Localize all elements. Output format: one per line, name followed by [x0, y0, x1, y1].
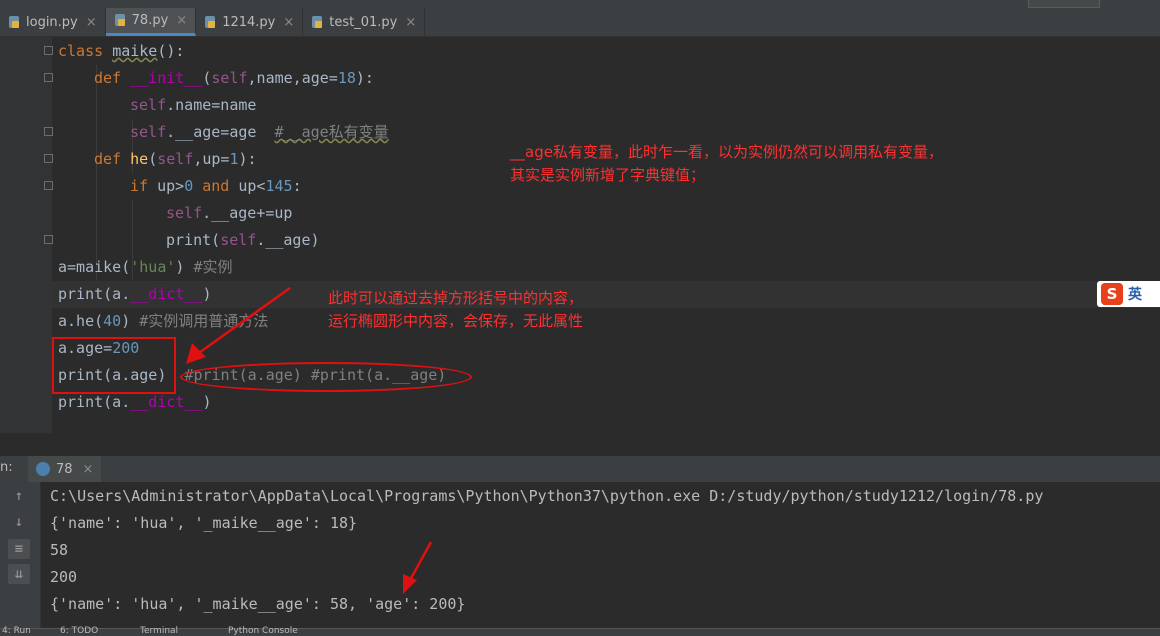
sogou-logo-icon: S	[1101, 283, 1123, 305]
annotation-arrow-line	[195, 286, 291, 357]
soft-wrap-icon[interactable]: ≡	[8, 539, 30, 559]
console-annotation-arrow	[403, 541, 433, 594]
run-tool-window-header: n: 78 ×	[0, 456, 1160, 483]
ime-indicator[interactable]: S 英	[1097, 281, 1160, 307]
annotation-text: __age私有变量，此时乍一看，以为实例仍然可以调用私有变量，	[510, 143, 943, 161]
python-file-icon	[204, 15, 217, 29]
arrow-up-icon[interactable]: ↑	[8, 486, 30, 506]
python-file-icon	[114, 14, 127, 27]
annotation-text: 此时可以通过去掉方形括号中的内容，	[328, 289, 584, 307]
close-icon[interactable]: ×	[176, 13, 187, 28]
code-editor[interactable]: class maike(): def __init__(self,name,ag…	[0, 37, 1160, 433]
close-icon[interactable]: ×	[86, 15, 97, 30]
annotation-arrow-line	[407, 541, 433, 583]
close-icon[interactable]: ×	[283, 15, 294, 30]
ime-mode: 英	[1128, 287, 1142, 303]
run-toolbar: ↑ ↓ ≡ ⇊	[0, 482, 41, 628]
annotation-text: 运行椭圆形中内容，会保存，无此属性	[328, 312, 584, 330]
python-file-icon	[311, 15, 324, 29]
tab-test-01-py[interactable]: test_01.py ×	[303, 8, 426, 36]
python-file-icon	[8, 15, 21, 29]
tab-label: 1214.py	[222, 14, 276, 30]
run-label: n:	[0, 460, 13, 475]
run-tab-78[interactable]: 78 ×	[28, 456, 102, 482]
python-icon	[36, 462, 50, 476]
close-icon[interactable]: ×	[83, 462, 94, 477]
scroll-to-end-icon[interactable]: ⇊	[8, 564, 30, 584]
annotation-arrow-layer	[186, 286, 291, 364]
tab-label: 78.py	[131, 13, 169, 28]
annotation-note-2: 此时可以通过去掉方形括号中的内容， 运行椭圆形中内容，会保存，无此属性	[328, 287, 583, 333]
run-console-output[interactable]: C:\Users\Administrator\AppData\Local\Pro…	[41, 482, 1160, 628]
editor-tabs: login.py × 78.py × 1214.py × test_01.py …	[0, 8, 1160, 37]
tab-label: test_01.py	[329, 14, 398, 30]
annotation-note-1: __age私有变量，此时乍一看，以为实例仍然可以调用私有变量， 其实是实例新增了…	[510, 141, 943, 187]
arrow-down-icon[interactable]: ↓	[8, 512, 30, 532]
tab-label: login.py	[26, 14, 78, 30]
annotation-arrowhead	[186, 343, 206, 364]
close-icon[interactable]: ×	[405, 15, 416, 30]
annotation-arrowhead	[403, 574, 417, 594]
tab-1214-py[interactable]: 1214.py ×	[196, 8, 304, 36]
run-tab-label: 78	[56, 461, 73, 477]
toolbar-widget[interactable]	[1028, 0, 1100, 8]
tab-login-py[interactable]: login.py ×	[0, 8, 106, 36]
title-bar	[0, 0, 1160, 8]
annotation-text: 其实是实例新增了字典键值；	[510, 166, 706, 184]
tab-78-py[interactable]: 78.py ×	[105, 8, 197, 36]
